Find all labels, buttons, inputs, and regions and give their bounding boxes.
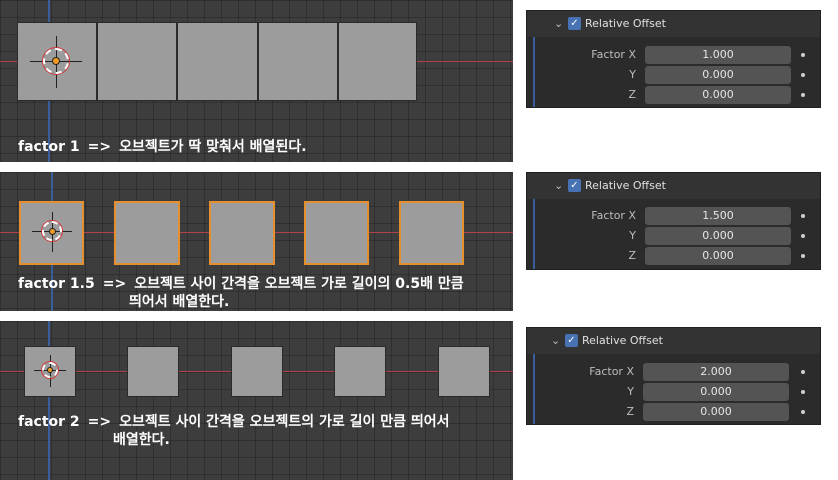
factor-z-row: Z 0.000	[527, 246, 820, 266]
checkbox-icon[interactable]: ✓	[568, 17, 581, 30]
caption: factor 1 => 오브젝트가 딱 맞춰서 배열된다.	[18, 138, 307, 156]
chevron-down-icon[interactable]: ⌄	[554, 179, 563, 192]
dot-icon[interactable]	[801, 73, 805, 77]
factor-z-field[interactable]: 0.000	[643, 403, 789, 421]
factor-y-row: Y 0.000	[527, 382, 820, 402]
caption-text: 오브젝트 사이 간격을 오브젝트의 가로 길이 만큼 띄어서	[119, 414, 450, 430]
factor-x-field[interactable]: 2.000	[643, 363, 789, 381]
dot-icon[interactable]	[801, 254, 805, 258]
field-label: Factor X	[591, 48, 636, 61]
relative-offset-panel-2: ⌄ ✓ Relative Offset Factor X 1.500 Y 0.0…	[526, 172, 821, 270]
y-axis-line	[48, 321, 50, 480]
array-object[interactable]	[114, 201, 180, 265]
array-object[interactable]	[231, 346, 283, 397]
array-object[interactable]	[258, 22, 338, 101]
factor-y-field[interactable]: 0.000	[645, 227, 791, 245]
array-object[interactable]	[334, 346, 386, 397]
array-object[interactable]	[209, 201, 275, 265]
array-object[interactable]	[399, 201, 464, 265]
viewport-factor-1: factor 1 => 오브젝트가 딱 맞춰서 배열된다.	[0, 0, 513, 162]
field-label: Y	[627, 385, 634, 398]
array-object[interactable]	[177, 22, 258, 101]
caption-text-line2: 배열한다.	[113, 432, 170, 448]
caption-continued: 배열한다.	[113, 431, 170, 449]
field-label: Factor X	[591, 209, 636, 222]
panel-title: Relative Offset	[585, 17, 666, 30]
array-object[interactable]	[127, 346, 179, 397]
factor-x-row: Factor X 1.000	[527, 45, 820, 65]
3d-cursor-icon	[30, 36, 82, 88]
factor-x-row: Factor X 1.500	[527, 206, 820, 226]
caption-factor: factor 1.5	[18, 276, 95, 292]
caption-factor: factor 1	[18, 139, 80, 155]
array-object[interactable]	[304, 201, 369, 265]
checkbox-icon[interactable]: ✓	[568, 179, 581, 192]
factor-z-field[interactable]: 0.000	[645, 247, 791, 265]
dot-icon[interactable]	[801, 234, 805, 238]
factor-y-row: Y 0.000	[527, 65, 820, 85]
factor-y-row: Y 0.000	[527, 226, 820, 246]
dot-icon[interactable]	[801, 93, 805, 97]
factor-y-field[interactable]: 0.000	[645, 66, 791, 84]
relative-offset-panel-1: ⌄ ✓ Relative Offset Factor X 1.000 Y 0.0…	[526, 10, 821, 108]
viewport-factor-1-5: factor 1.5 => 오브젝트 사이 간격을 오브젝트 가로 길이의 0.5배…	[0, 172, 513, 311]
field-label: Factor X	[589, 365, 634, 378]
factor-z-row: Z 0.000	[527, 85, 820, 105]
chevron-down-icon[interactable]: ⌄	[551, 334, 560, 347]
field-label: Y	[629, 68, 636, 81]
field-label: Y	[629, 229, 636, 242]
panel-title: Relative Offset	[582, 334, 663, 347]
factor-x-field[interactable]: 1.500	[645, 207, 791, 225]
factor-z-field[interactable]: 0.000	[645, 86, 791, 104]
array-object[interactable]	[438, 346, 490, 397]
dot-icon[interactable]	[801, 370, 805, 374]
dot-icon[interactable]	[801, 390, 805, 394]
caption-factor: factor 2	[18, 414, 80, 430]
factor-y-field[interactable]: 0.000	[643, 383, 789, 401]
panel-title: Relative Offset	[585, 179, 666, 192]
origin-point-icon	[49, 228, 56, 235]
chevron-down-icon[interactable]: ⌄	[554, 17, 563, 30]
viewport-factor-2: factor 2 => 오브젝트 사이 간격을 오브젝트의 가로 길이 만큼 띄어서…	[0, 321, 513, 480]
checkbox-icon[interactable]: ✓	[565, 334, 578, 347]
caption-text: 오브젝트가 딱 맞춰서 배열된다.	[119, 139, 307, 155]
array-object[interactable]	[338, 22, 417, 101]
origin-point-icon	[47, 367, 53, 373]
field-label: Z	[628, 88, 636, 101]
array-object[interactable]	[97, 22, 177, 101]
factor-x-field[interactable]: 1.000	[645, 46, 791, 64]
caption-arrow: =>	[87, 414, 112, 430]
panel-header[interactable]: ⌄ ✓ Relative Offset	[527, 173, 820, 199]
caption-arrow: =>	[87, 139, 112, 155]
3d-cursor-icon	[32, 212, 72, 252]
panel-header[interactable]: ⌄ ✓ Relative Offset	[527, 11, 820, 37]
panel-header[interactable]: ⌄ ✓ Relative Offset	[527, 328, 820, 354]
relative-offset-panel-3: ⌄ ✓ Relative Offset Factor X 2.000 Y 0.0…	[526, 327, 821, 425]
caption-arrow: =>	[102, 276, 127, 292]
field-label: Z	[628, 249, 636, 262]
dot-icon[interactable]	[801, 214, 805, 218]
dot-icon[interactable]	[801, 53, 805, 57]
origin-point-icon	[52, 57, 60, 65]
dot-icon[interactable]	[801, 410, 805, 414]
factor-x-row: Factor X 2.000	[527, 362, 820, 382]
caption: factor 1.5 => 오브젝트 사이 간격을 오브젝트 가로 길이의 0.5배…	[18, 275, 464, 293]
3d-cursor-icon	[34, 355, 66, 387]
field-label: Z	[626, 405, 634, 418]
caption-continued: 띄어서 배열한다.	[129, 293, 229, 311]
caption-text: 오브젝트 사이 간격을 오브젝트 가로 길이의 0.5배 만큼	[134, 276, 464, 292]
factor-z-row: Z 0.000	[527, 402, 820, 422]
caption-text-line2: 띄어서 배열한다.	[129, 294, 230, 310]
caption: factor 2 => 오브젝트 사이 간격을 오브젝트의 가로 길이 만큼 띄어서	[18, 413, 450, 431]
